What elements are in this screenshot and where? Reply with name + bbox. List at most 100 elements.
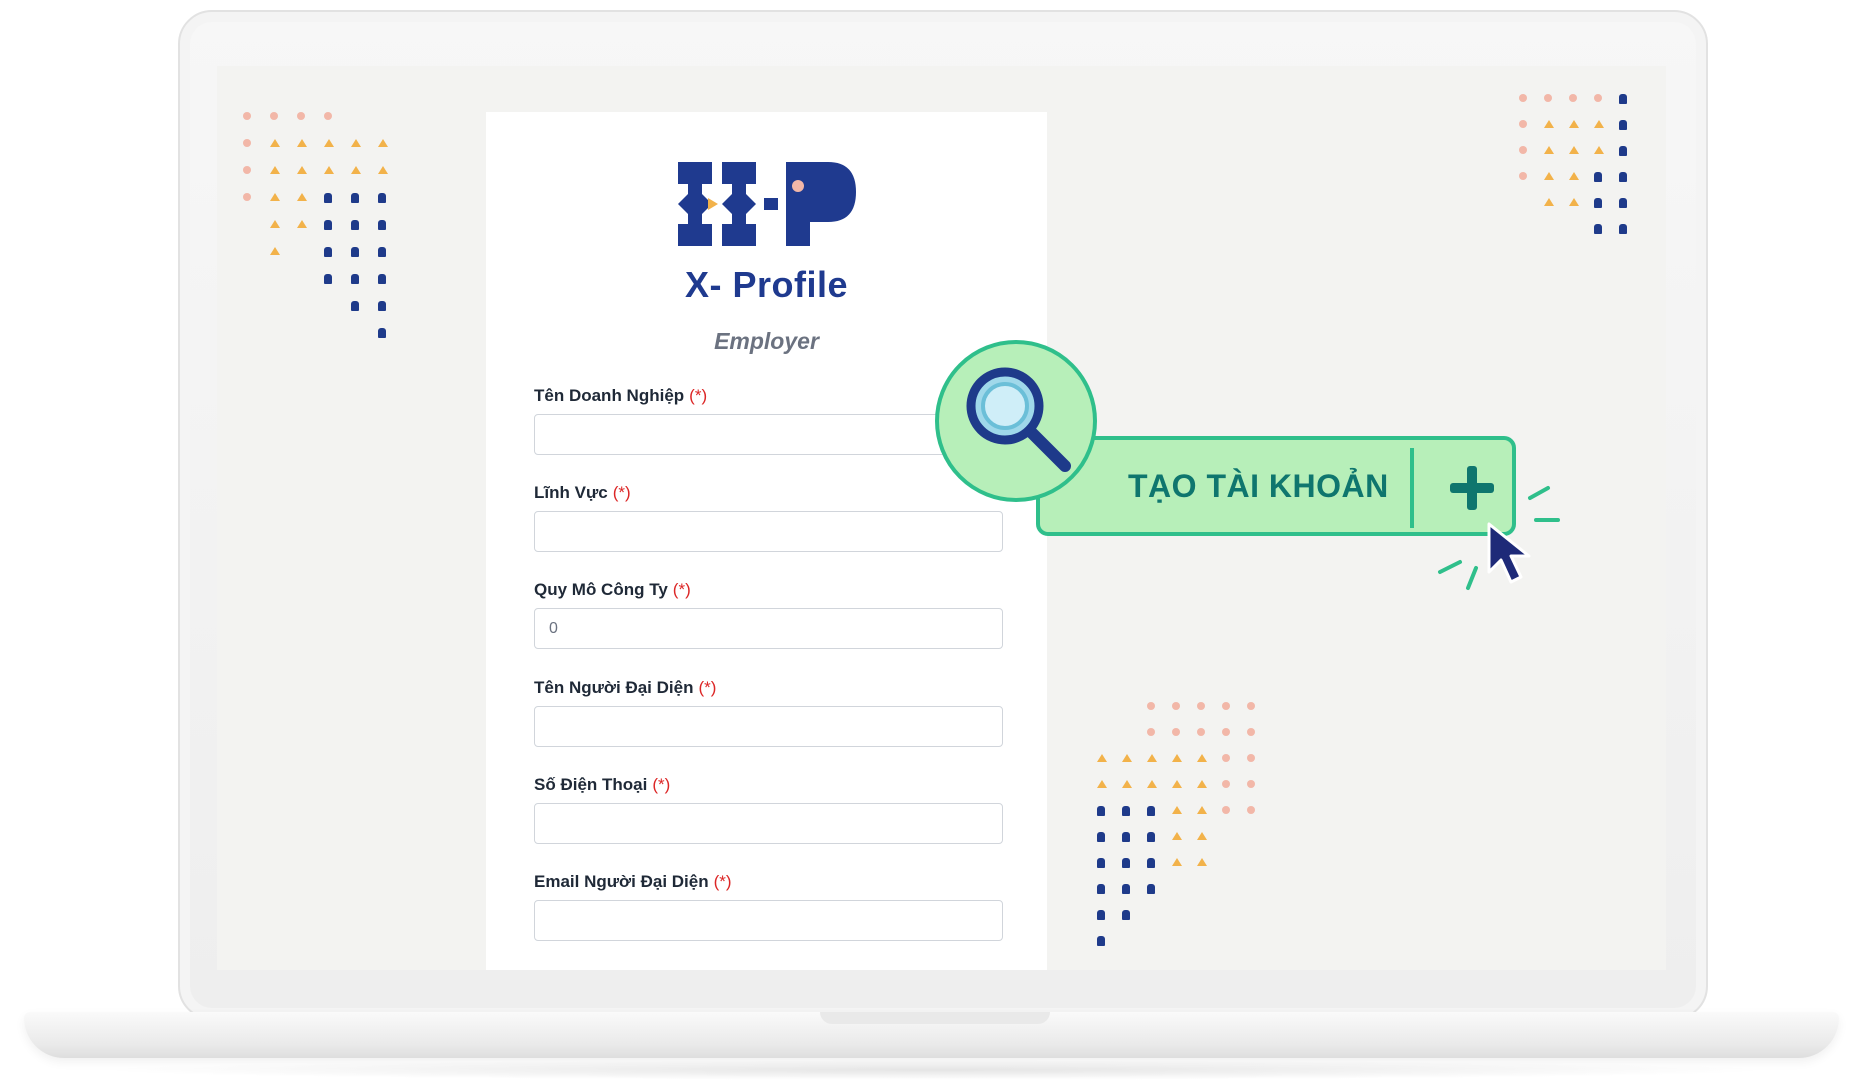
- signup-form-card: X- Profile Employer Tên Doanh Nghiệp (*) …: [486, 112, 1047, 970]
- decor-dot: [1197, 728, 1205, 736]
- decor-dot: [1569, 94, 1577, 102]
- decor-dot: [1147, 728, 1155, 736]
- decor-tri: [324, 166, 334, 174]
- laptop-shadow: [90, 1060, 1780, 1080]
- decor-cup: [324, 247, 332, 257]
- decor-cup: [351, 193, 359, 203]
- decor-cup: [1594, 172, 1602, 182]
- decor-tri: [351, 139, 361, 147]
- decor-dot: [1247, 754, 1255, 762]
- decor-dot: [1247, 806, 1255, 814]
- representative-email-label: Email Người Đại Diện (*): [534, 872, 732, 891]
- decor-tri: [1172, 858, 1182, 866]
- industry-label: Lĩnh Vực (*): [534, 483, 631, 502]
- decor-tri: [270, 139, 280, 147]
- decor-tri: [1172, 754, 1182, 762]
- decor-cup: [378, 193, 386, 203]
- representative-name-label: Tên Người Đại Diện (*): [534, 678, 717, 697]
- decor-dot: [1172, 728, 1180, 736]
- representative-email-input[interactable]: [534, 900, 1003, 941]
- decor-tri: [378, 166, 388, 174]
- decor-tri: [1122, 780, 1132, 788]
- decor-tri: [1197, 806, 1207, 814]
- decor-tri: [1594, 146, 1604, 154]
- industry-input[interactable]: [534, 511, 1003, 552]
- decor-tri: [1122, 754, 1132, 762]
- decor-cup: [378, 274, 386, 284]
- decor-cup: [1147, 806, 1155, 816]
- decor-tri: [1197, 754, 1207, 762]
- decor-tri: [1172, 780, 1182, 788]
- laptop-mockup: X- Profile Employer Tên Doanh Nghiệp (*) …: [0, 0, 1863, 1092]
- decor-tri: [1544, 172, 1554, 180]
- decor-cup: [1619, 94, 1627, 104]
- decor-pattern-bottom-right: [1097, 702, 1297, 962]
- decor-tri: [297, 166, 307, 174]
- decor-tri: [1147, 754, 1157, 762]
- decor-cup: [1619, 198, 1627, 208]
- decor-cup: [1122, 806, 1130, 816]
- decor-cup: [324, 274, 332, 284]
- decor-tri: [1544, 120, 1554, 128]
- decor-tri: [1097, 780, 1107, 788]
- decor-tri: [1594, 120, 1604, 128]
- decor-cup: [351, 220, 359, 230]
- role-label: Employer: [714, 328, 819, 354]
- decor-dot: [324, 112, 332, 120]
- decor-cup: [1594, 224, 1602, 234]
- brand-name: X- Profile: [684, 264, 849, 305]
- decor-cup: [378, 328, 386, 338]
- decor-dot: [1519, 94, 1527, 102]
- laptop-notch: [820, 1012, 1050, 1024]
- decor-cup: [1097, 858, 1105, 868]
- decor-tri: [1544, 146, 1554, 154]
- decor-dot: [1247, 728, 1255, 736]
- decor-cup: [1147, 858, 1155, 868]
- decor-tri: [270, 193, 280, 201]
- decor-tri: [297, 139, 307, 147]
- phone-input[interactable]: [534, 803, 1003, 844]
- decor-dot: [243, 139, 251, 147]
- company-size-label: Quy Mô Công Ty (*): [534, 580, 691, 599]
- decor-tri: [1569, 146, 1579, 154]
- decor-dot: [1222, 806, 1230, 814]
- company-name-input[interactable]: [534, 414, 1003, 455]
- decor-tri: [1197, 832, 1207, 840]
- decor-dot: [270, 112, 278, 120]
- decor-cup: [378, 301, 386, 311]
- decor-dot: [1147, 702, 1155, 710]
- decor-cup: [1122, 832, 1130, 842]
- decor-dot: [1197, 702, 1205, 710]
- decor-dot: [1594, 94, 1602, 102]
- decor-cup: [1619, 172, 1627, 182]
- representative-name-input[interactable]: [534, 706, 1003, 747]
- decor-cup: [1122, 910, 1130, 920]
- decor-cup: [351, 301, 359, 311]
- decor-tri: [1569, 120, 1579, 128]
- decor-cup: [1147, 832, 1155, 842]
- decor-dot: [1222, 702, 1230, 710]
- phone-label: Số Điện Thoại (*): [534, 775, 671, 794]
- decor-dot: [243, 166, 251, 174]
- decor-cup: [1097, 884, 1105, 894]
- decor-dot: [1519, 172, 1527, 180]
- decor-cup: [1594, 198, 1602, 208]
- company-size-input[interactable]: [534, 608, 1003, 649]
- decor-pattern-top-right: [1519, 94, 1649, 244]
- create-account-label: TẠO TÀI KHOẢN: [1128, 467, 1389, 504]
- search-badge: [935, 340, 1097, 502]
- decor-cup: [1619, 120, 1627, 130]
- decor-dot: [1247, 780, 1255, 788]
- decor-tri: [270, 166, 280, 174]
- cursor-icon: [1487, 522, 1531, 584]
- decor-cup: [378, 220, 386, 230]
- decor-dot: [243, 193, 251, 201]
- decor-tri: [1544, 198, 1554, 206]
- decor-cup: [1147, 884, 1155, 894]
- decor-tri: [297, 193, 307, 201]
- decor-cup: [324, 220, 332, 230]
- decor-tri: [324, 139, 334, 147]
- decor-dot: [243, 112, 251, 120]
- decor-cup: [1619, 146, 1627, 156]
- decor-tri: [1147, 780, 1157, 788]
